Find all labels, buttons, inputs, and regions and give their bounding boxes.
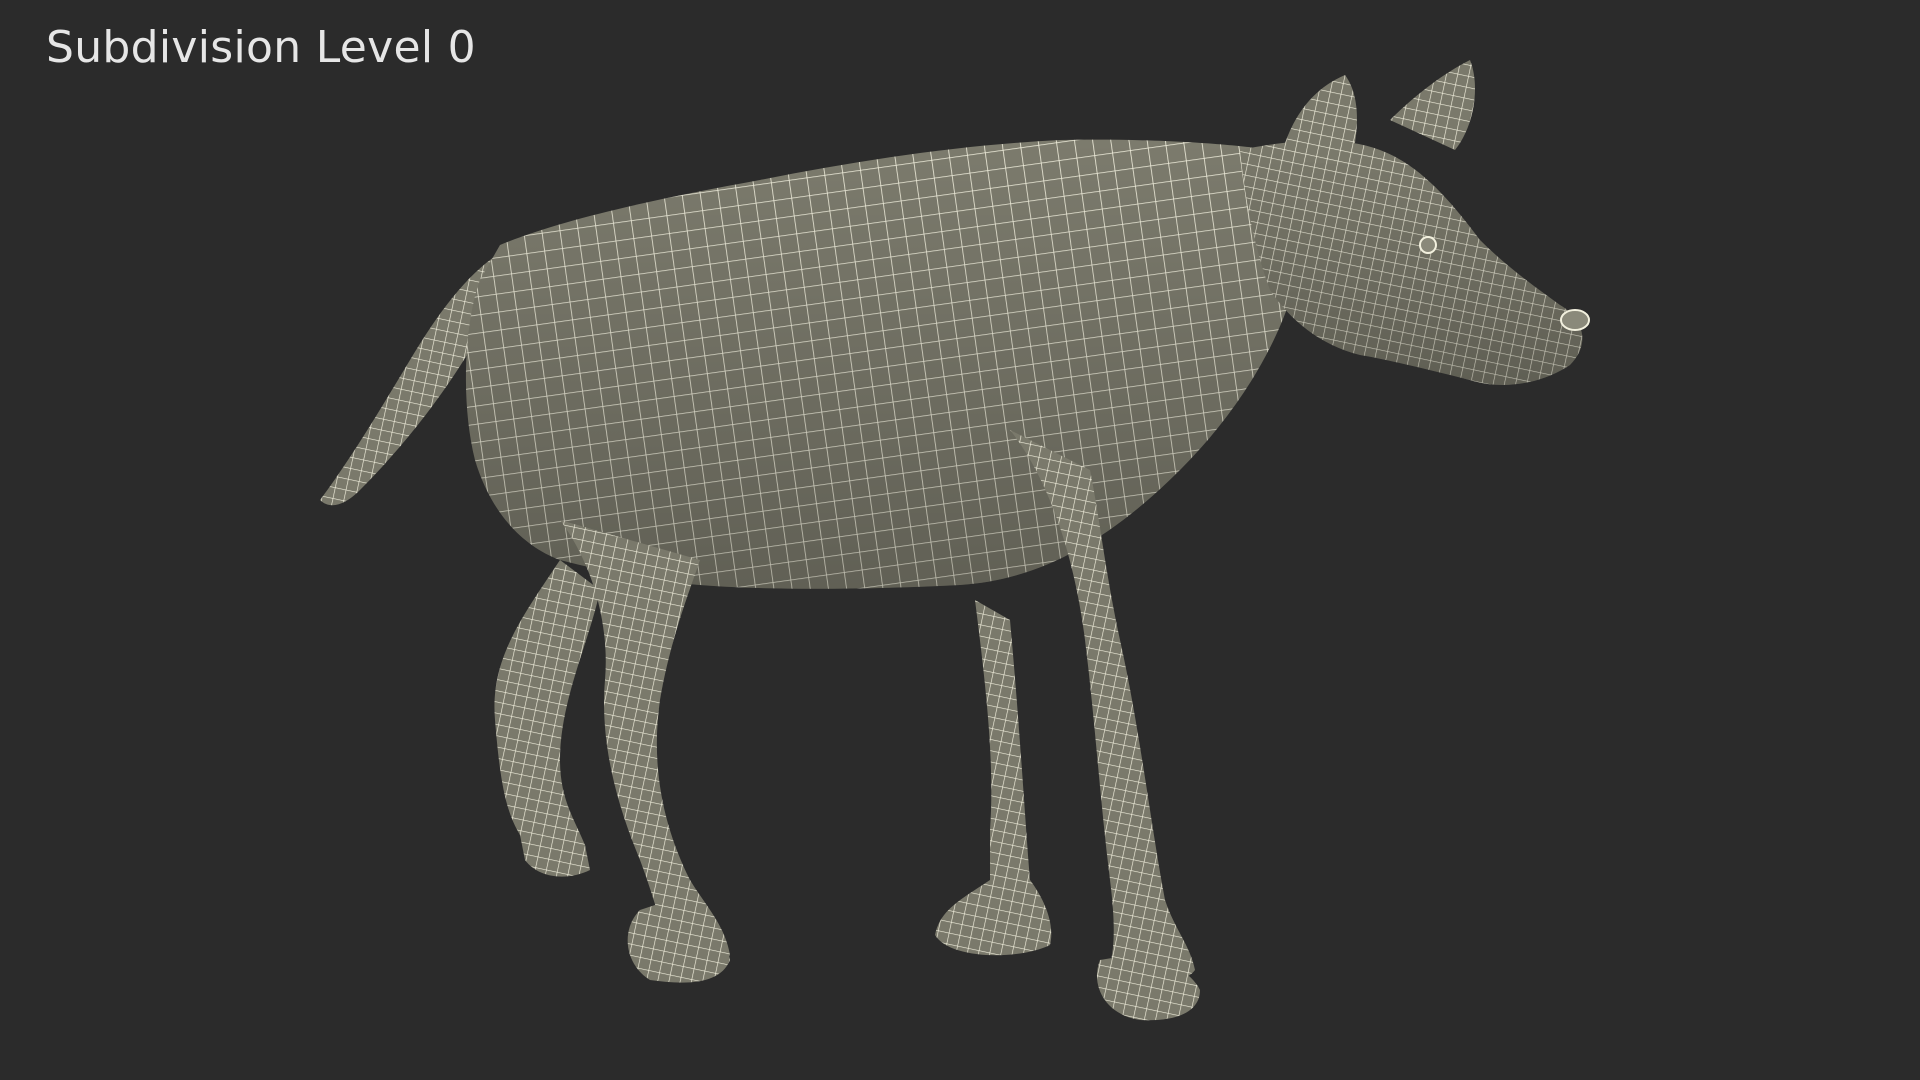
nose <box>1560 309 1590 331</box>
head <box>1240 60 1590 385</box>
eye <box>1419 236 1437 254</box>
hyena-wireframe-model <box>320 60 1590 1021</box>
render-viewport: Subdivision Level 0 <box>0 0 1920 1080</box>
far-hind-leg <box>494 560 600 877</box>
far-front-leg <box>935 600 1052 956</box>
left-ear <box>1280 75 1357 165</box>
body <box>465 139 1294 589</box>
right-ear <box>1390 60 1475 150</box>
